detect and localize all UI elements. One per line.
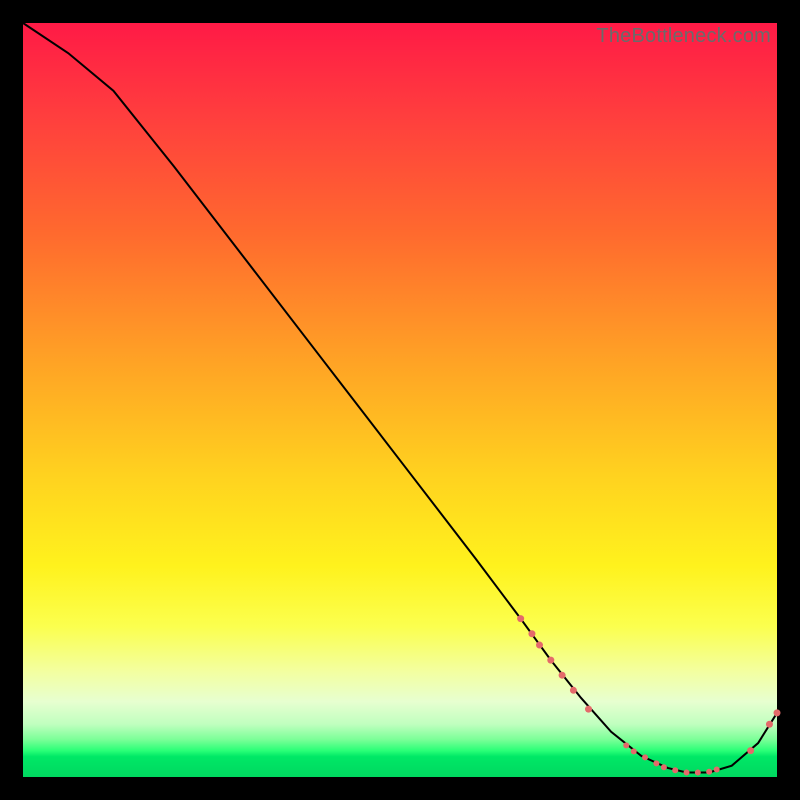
- data-point: [570, 687, 577, 694]
- data-point: [517, 615, 524, 622]
- data-point: [774, 709, 781, 716]
- chart-overlay: [23, 23, 777, 777]
- chart-plot-area: TheBottleneck.com: [23, 23, 777, 777]
- data-point: [631, 748, 637, 754]
- data-point: [653, 760, 659, 766]
- data-point: [547, 657, 554, 664]
- data-point: [642, 754, 648, 760]
- data-point: [672, 767, 678, 773]
- chart-frame: TheBottleneck.com: [0, 0, 800, 800]
- data-point: [684, 769, 690, 775]
- data-point: [706, 769, 712, 775]
- data-point: [528, 630, 535, 637]
- data-point: [661, 764, 667, 770]
- data-point: [623, 742, 629, 748]
- data-point: [766, 721, 773, 728]
- data-point: [585, 706, 592, 713]
- data-point: [536, 642, 543, 649]
- data-point: [695, 769, 701, 775]
- data-markers: [517, 615, 780, 775]
- data-point: [747, 747, 754, 754]
- bottleneck-curve: [23, 23, 777, 772]
- data-point: [559, 672, 566, 679]
- data-point: [714, 766, 720, 772]
